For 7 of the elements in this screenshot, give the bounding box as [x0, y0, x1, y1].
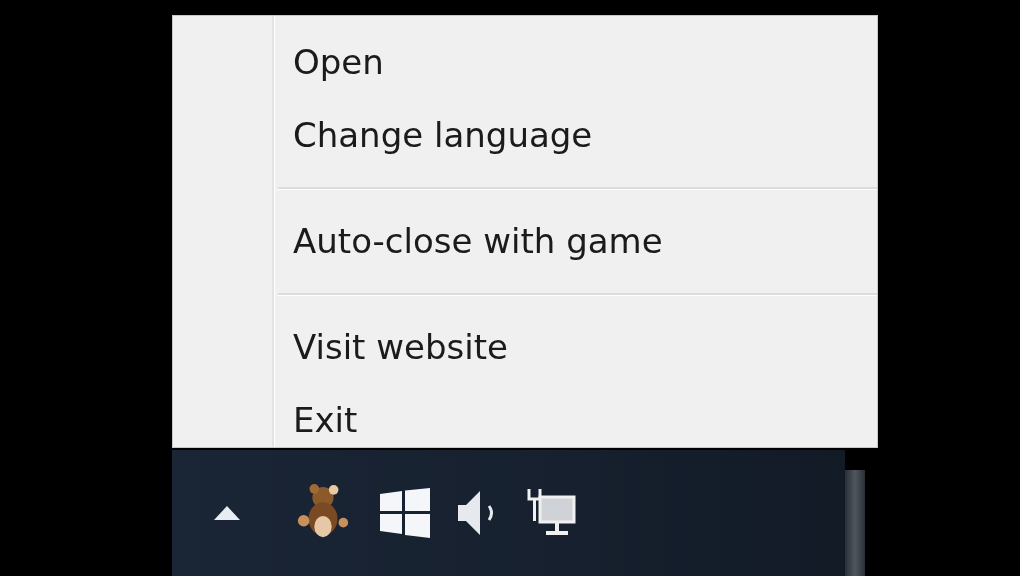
- windows-logo-icon[interactable]: [380, 488, 430, 538]
- show-hidden-icons-icon[interactable]: [214, 506, 240, 520]
- menu-item[interactable]: Auto-close with game: [173, 205, 877, 278]
- menu-item[interactable]: Open: [173, 26, 877, 99]
- menu-item[interactable]: Change language: [173, 99, 877, 172]
- menu-item[interactable]: Visit website: [173, 311, 877, 384]
- menu-item[interactable]: Exit: [173, 384, 877, 457]
